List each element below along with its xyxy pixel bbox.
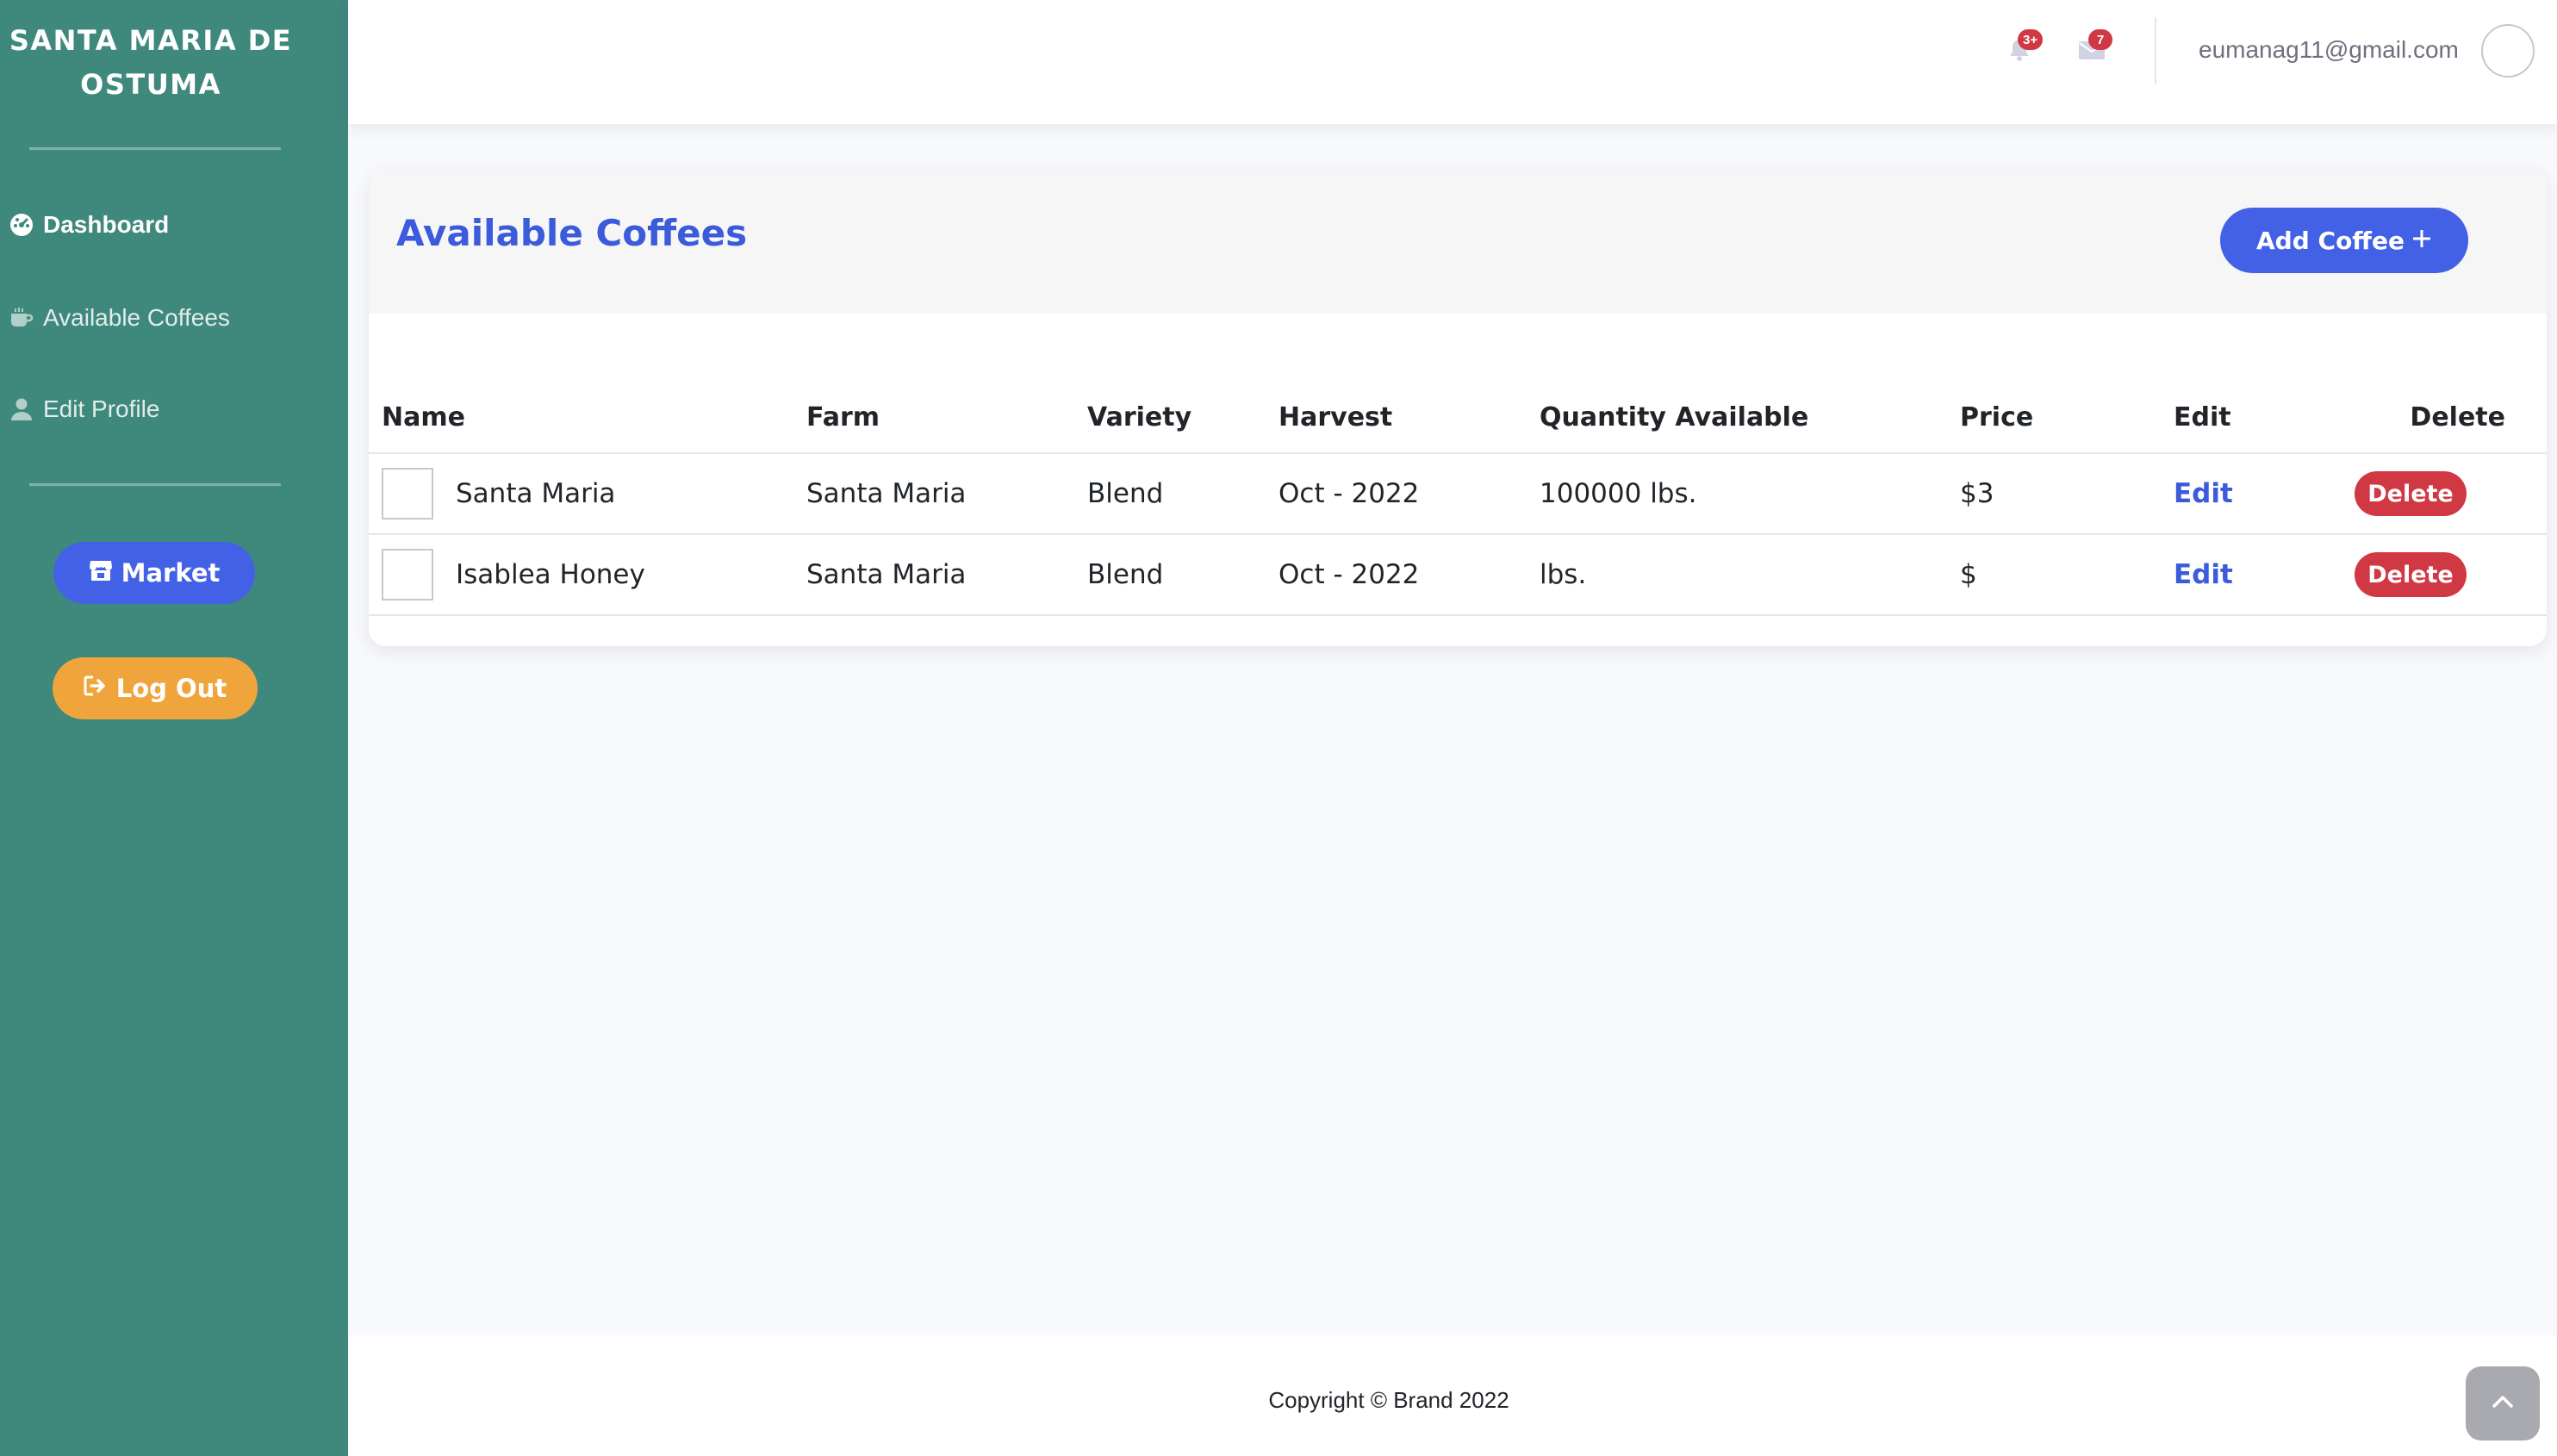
messages-badge: 7 <box>2088 29 2112 50</box>
column-header-name: Name <box>369 383 806 454</box>
sidebar: SANTA MARIA DE OSTUMA Dashboard Availabl… <box>0 0 348 1456</box>
user-email[interactable]: eumanag11@gmail.com <box>2199 33 2459 67</box>
name-cell: Santa Maria <box>369 453 806 535</box>
coffee-cup-icon <box>9 305 34 331</box>
scroll-to-top-button[interactable] <box>2466 1366 2540 1440</box>
name-cell: Isablea Honey <box>369 534 806 616</box>
harvest-cell: Oct - 2022 <box>1278 534 1540 616</box>
edit-link[interactable]: Edit <box>2174 478 2233 509</box>
dashboard-icon <box>9 212 34 238</box>
alerts-badge: 3+ <box>2018 29 2044 50</box>
topbar-divider <box>2155 17 2156 84</box>
sidebar-divider <box>29 147 281 150</box>
page-title: Available Coffees <box>396 212 748 254</box>
sidebar-item-edit-profile[interactable]: Edit Profile <box>9 388 159 431</box>
topbar: 3+ 7 eumanag11@gmail.com <box>348 0 2557 124</box>
coffees-card: Available Coffees Add Coffee Name Farm V… <box>369 169 2547 646</box>
coffee-name: Santa Maria <box>456 478 616 509</box>
column-header-delete: Delete <box>2320 383 2547 454</box>
plus-icon <box>2411 227 2432 255</box>
delete-button[interactable]: Delete <box>2355 471 2467 516</box>
market-label: Market <box>121 558 221 588</box>
column-header-edit: Edit <box>2174 383 2320 454</box>
add-coffee-label: Add Coffee <box>2256 226 2405 255</box>
avatar[interactable] <box>2481 24 2535 78</box>
sidebar-item-label: Available Coffees <box>43 304 230 331</box>
coffee-name: Isablea Honey <box>456 559 645 590</box>
quantity-cell: 100000 lbs. <box>1540 453 1960 535</box>
coffee-thumbnail <box>382 468 433 520</box>
edit-cell: Edit <box>2174 453 2320 535</box>
card-header: Available Coffees Add Coffee <box>369 169 2547 314</box>
variety-cell: Blend <box>1087 534 1278 616</box>
price-cell: $3 <box>1960 453 2174 535</box>
footer: Copyright © Brand 2022 <box>348 1335 2557 1456</box>
brand-title[interactable]: SANTA MARIA DE OSTUMA <box>0 19 302 107</box>
column-header-variety: Variety <box>1087 383 1278 454</box>
sidebar-item-dashboard[interactable]: Dashboard <box>9 203 169 246</box>
variety-cell: Blend <box>1087 453 1278 535</box>
coffees-table: Name Farm Variety Harvest Quantity Avail… <box>369 383 2547 616</box>
sidebar-item-label: Edit Profile <box>43 395 160 422</box>
add-coffee-button[interactable]: Add Coffee <box>2220 208 2468 273</box>
column-header-farm: Farm <box>806 383 1087 454</box>
quantity-cell: lbs. <box>1540 534 1960 616</box>
farm-cell: Santa Maria <box>806 453 1087 535</box>
table-header-row: Name Farm Variety Harvest Quantity Avail… <box>369 383 2547 454</box>
sign-out-icon <box>84 674 108 703</box>
column-header-quantity: Quantity Available <box>1540 383 1960 454</box>
messages-button[interactable]: 7 <box>2071 29 2112 72</box>
sidebar-item-label: Dashboard <box>43 211 170 238</box>
sidebar-divider <box>29 483 281 486</box>
column-header-harvest: Harvest <box>1278 383 1540 454</box>
copyright-text: Copyright © Brand 2022 <box>1268 1387 1509 1413</box>
market-button[interactable]: Market <box>53 542 255 604</box>
sidebar-item-available-coffees[interactable]: Available Coffees <box>9 296 230 339</box>
delete-button[interactable]: Delete <box>2355 552 2467 597</box>
user-icon <box>9 396 34 422</box>
edit-link[interactable]: Edit <box>2174 559 2233 590</box>
coffee-thumbnail <box>382 549 433 600</box>
logout-label: Log Out <box>115 674 227 703</box>
alerts-button[interactable]: 3+ <box>1999 29 2044 72</box>
chevron-up-icon <box>2490 1393 2516 1415</box>
table-row: Santa Maria Santa Maria Blend Oct - 2022… <box>369 453 2547 535</box>
harvest-cell: Oct - 2022 <box>1278 453 1540 535</box>
farm-cell: Santa Maria <box>806 534 1087 616</box>
edit-cell: Edit <box>2174 534 2320 616</box>
table-row: Isablea Honey Santa Maria Blend Oct - 20… <box>369 534 2547 616</box>
price-cell: $ <box>1960 534 2174 616</box>
column-header-price: Price <box>1960 383 2174 454</box>
delete-cell: Delete <box>2320 534 2547 616</box>
logout-button[interactable]: Log Out <box>53 657 258 719</box>
store-icon <box>89 558 113 588</box>
delete-cell: Delete <box>2320 453 2547 535</box>
